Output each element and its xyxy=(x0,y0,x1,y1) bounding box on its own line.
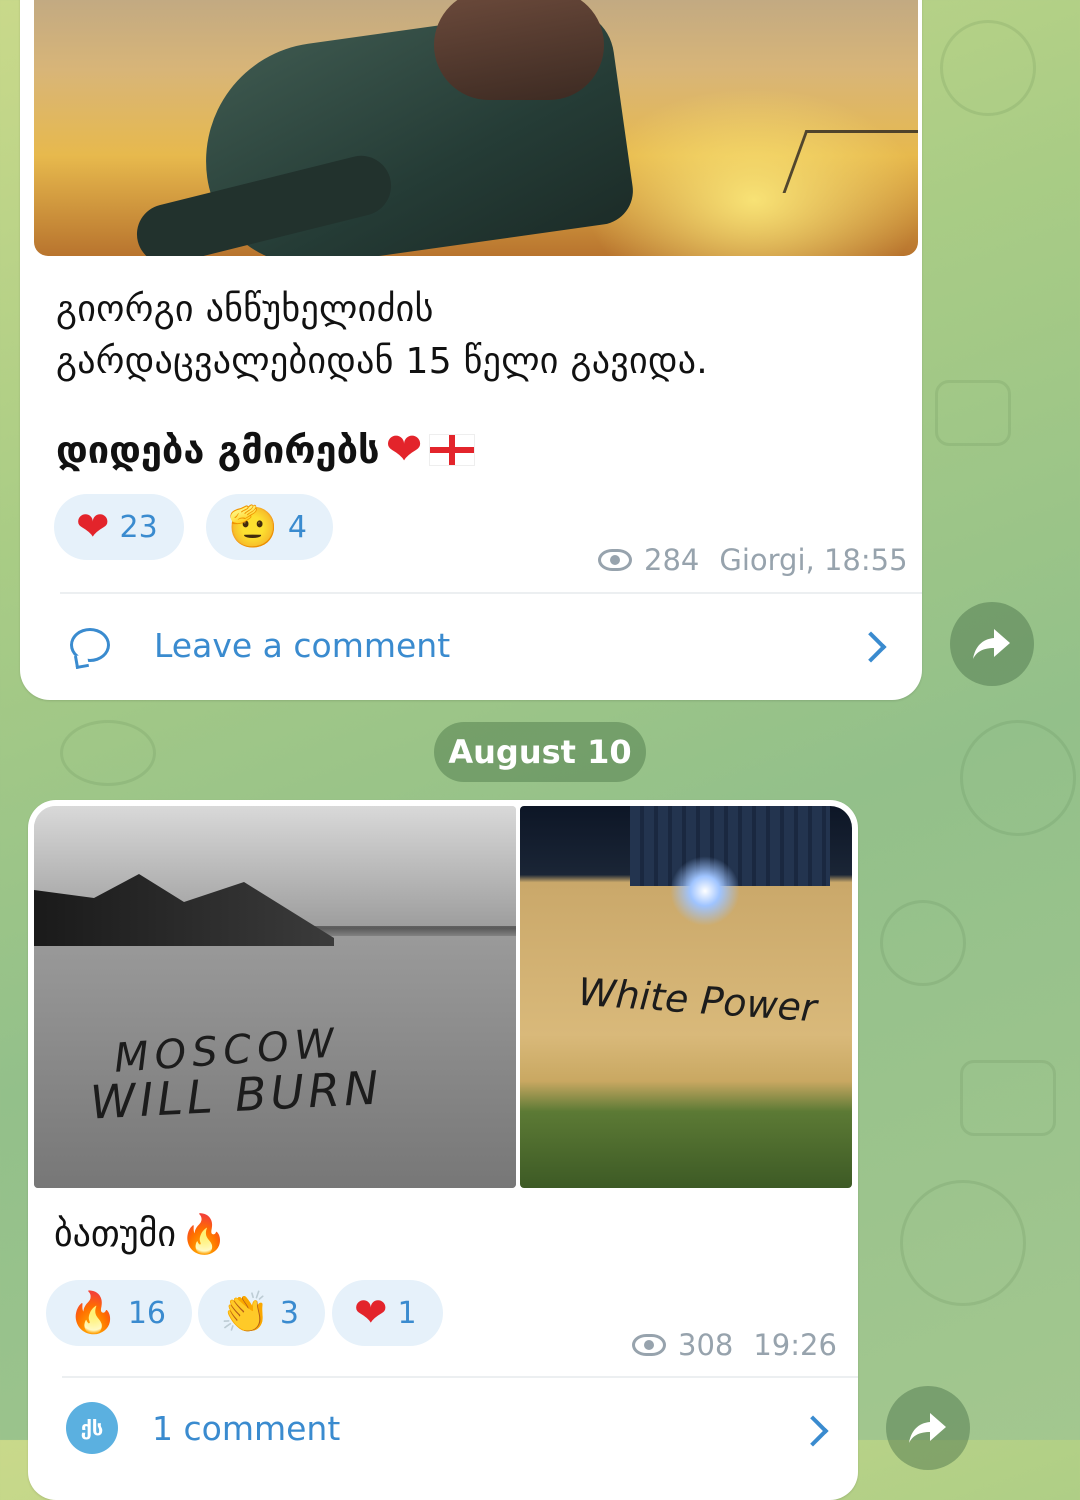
post-photo-fence[interactable]: White Power xyxy=(520,806,852,1188)
reaction-count: 1 xyxy=(397,1295,417,1331)
views-eye-icon xyxy=(632,1334,666,1356)
author-time: Giorgi, 18:55 xyxy=(719,543,908,577)
caption-bold-text: დიდება გმირებს xyxy=(56,428,380,472)
clapping-hands-icon: 👏 xyxy=(220,1290,270,1336)
background-doodle xyxy=(940,20,1036,116)
background-doodle xyxy=(960,720,1076,836)
post-caption: ბათუმი 🔥 xyxy=(54,1212,227,1257)
channel-post: MOSCOW WILL BURN White Power ბათუმი 🔥 🔥 … xyxy=(28,800,858,1500)
caption-text: ბათუმი xyxy=(54,1214,176,1255)
views-eye-icon xyxy=(598,549,632,571)
share-button[interactable] xyxy=(950,602,1034,686)
fire-icon: 🔥 xyxy=(68,1290,118,1336)
reaction-heart[interactable]: ❤ 23 xyxy=(54,494,184,560)
commenter-avatar: ქს xyxy=(66,1402,118,1454)
reaction-count: 23 xyxy=(119,509,158,545)
post-caption-line: გარდაცვალებიდან 15 წელი გავიდა. xyxy=(56,341,709,382)
background-doodle xyxy=(60,720,156,786)
post-meta: 284 Giorgi, 18:55 xyxy=(598,543,908,577)
divider xyxy=(60,592,922,594)
post-caption-line: გიორგი ანწუხელიძის xyxy=(56,289,434,330)
post-time: 19:26 xyxy=(753,1328,837,1362)
photo-light xyxy=(670,856,740,926)
comment-label: Leave a comment xyxy=(154,625,451,665)
post-caption-bold: დიდება გმირებს ❤ xyxy=(56,428,475,472)
reaction-salute[interactable]: 🫡 4 xyxy=(206,494,333,560)
fire-icon: 🔥 xyxy=(180,1212,228,1256)
heart-icon: ❤ xyxy=(354,1290,388,1336)
reaction-clap[interactable]: 👏 3 xyxy=(198,1280,325,1346)
reaction-count: 4 xyxy=(287,509,307,545)
comment-bubble-icon xyxy=(70,628,110,662)
post-caption: გიორგი ანწუხელიძის გარდაცვალებიდან 15 წე… xyxy=(56,284,708,388)
views-count: 308 xyxy=(678,1328,734,1362)
post-photo-painting[interactable] xyxy=(34,0,918,256)
painting-signature xyxy=(782,130,918,193)
heart-icon: ❤ xyxy=(76,504,110,550)
comments-button[interactable]: ქს 1 comment xyxy=(66,1400,826,1456)
background-doodle xyxy=(900,1180,1026,1306)
background-doodle xyxy=(935,380,1011,446)
post-meta: 308 19:26 xyxy=(632,1328,837,1362)
leave-comment-button[interactable]: Leave a comment xyxy=(70,622,890,668)
post-photo-boardwalk[interactable]: MOSCOW WILL BURN xyxy=(34,806,516,1188)
share-arrow-icon xyxy=(973,629,1010,659)
saluting-face-icon: 🫡 xyxy=(228,504,278,550)
reaction-heart[interactable]: ❤ 1 xyxy=(332,1280,443,1346)
share-button[interactable] xyxy=(886,1386,970,1470)
red-heart-icon: ❤ xyxy=(385,424,423,475)
reaction-count: 16 xyxy=(127,1295,166,1331)
background-doodle xyxy=(960,1060,1056,1136)
date-separator: August 10 xyxy=(434,722,646,782)
divider xyxy=(62,1376,858,1378)
graffiti-text: White Power xyxy=(576,969,819,1031)
channel-post: გიორგი ანწუხელიძის გარდაცვალებიდან 15 წე… xyxy=(20,0,922,700)
reaction-count: 3 xyxy=(279,1295,299,1331)
views-count: 284 xyxy=(644,543,700,577)
georgia-flag-icon xyxy=(428,434,475,466)
background-doodle xyxy=(880,900,966,986)
comment-label: 1 comment xyxy=(152,1408,341,1448)
reaction-fire[interactable]: 🔥 16 xyxy=(46,1280,192,1346)
painting-figure-head xyxy=(434,0,604,100)
